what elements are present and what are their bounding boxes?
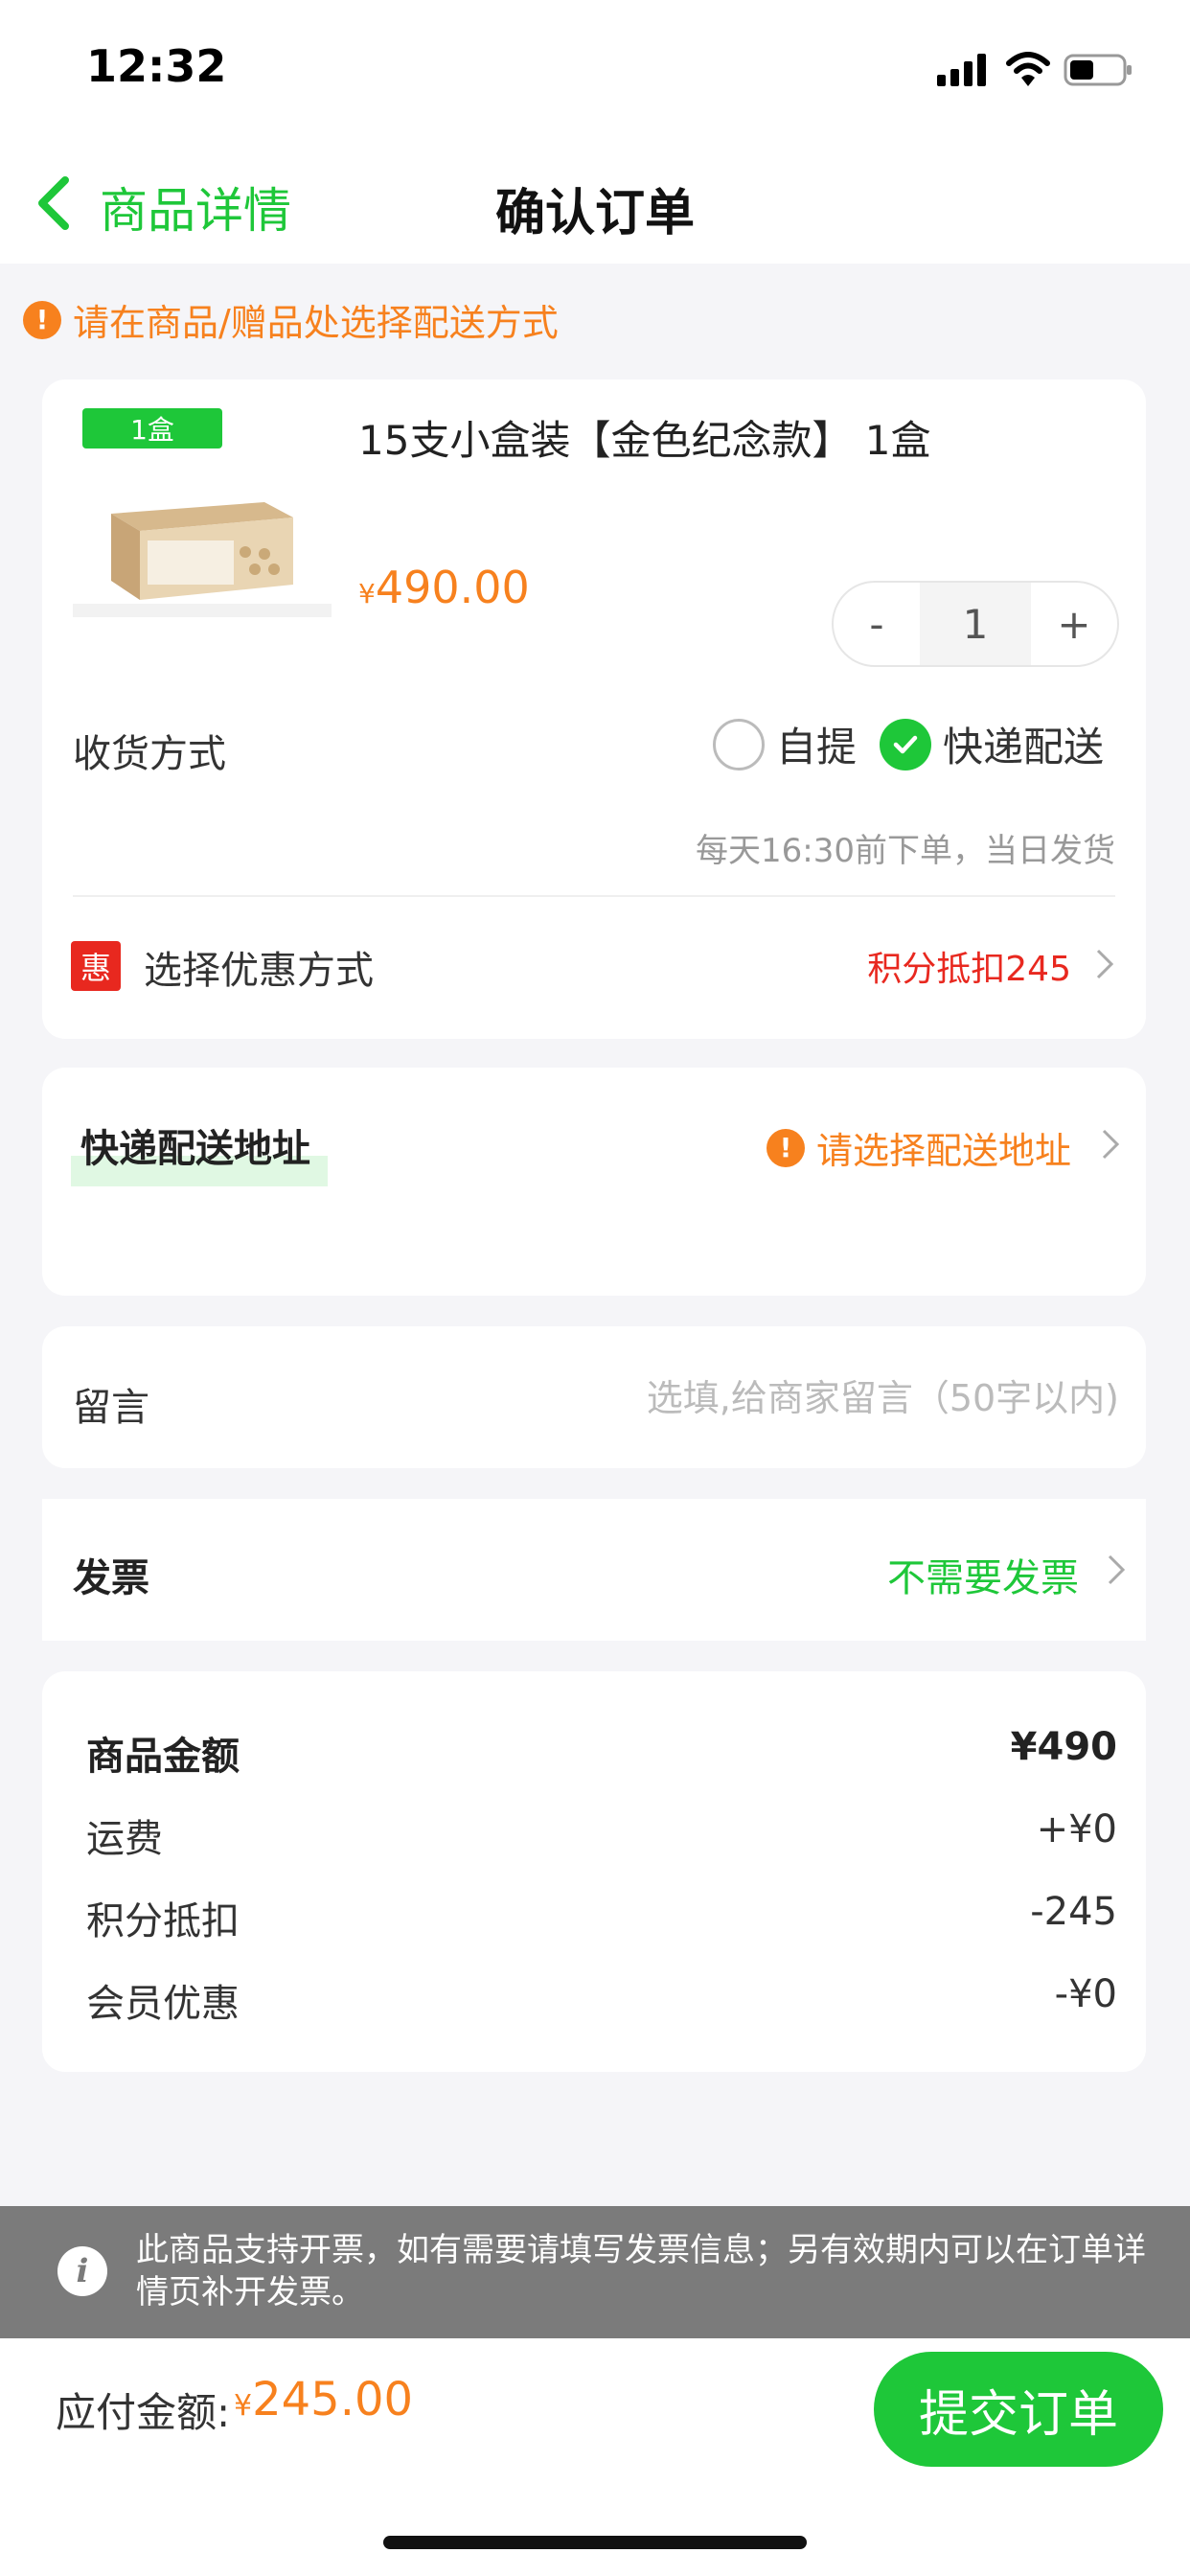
quantity-decrease-button[interactable]: - [834, 583, 920, 665]
status-time: 12:32 [86, 40, 227, 92]
product-image [73, 502, 332, 617]
pay-amount-value: 245.00 [252, 2373, 414, 2426]
pay-label: 应付金额: [56, 2389, 231, 2436]
promo-value[interactable]: 积分抵扣245 [867, 941, 1071, 991]
checkout-bar: 应付金额: ¥245.00 提交订单 [0, 2338, 1190, 2472]
quantity-increase-button[interactable]: + [1031, 583, 1117, 665]
summary-label: 会员优惠 [86, 1982, 240, 2026]
submit-order-button[interactable]: 提交订单 [874, 2352, 1163, 2467]
summary-row-member: 会员优惠 -¥0 [86, 1972, 1117, 2028]
currency-symbol: ¥ [358, 578, 376, 610]
shipping-option-self-label: 自提 [776, 724, 858, 770]
warning-icon: ! [23, 300, 61, 339]
chevron-right-icon[interactable] [1106, 1552, 1127, 1587]
wifi-icon [1006, 52, 1050, 86]
divider [73, 895, 1115, 897]
shipping-option-express[interactable]: 快递配送 [880, 715, 1104, 773]
summary-value: -¥0 [1054, 1972, 1117, 2016]
navigation-bar: 商品详情 确认订单 [0, 144, 1190, 264]
quantity-stepper: - 1 + [832, 581, 1119, 667]
invoice-value[interactable]: 不需要发票 [887, 1547, 1079, 1602]
message-label: 留言 [73, 1386, 149, 1430]
address-warning[interactable]: ! 请选择配送地址 [766, 1121, 1071, 1174]
promo-label[interactable]: 选择优惠方式 [144, 939, 374, 995]
warning-icon: ! [766, 1128, 805, 1167]
radio-checked-icon[interactable] [880, 718, 931, 770]
summary-row-goods: 商品金额 ¥490 [86, 1725, 1117, 1781]
summary-value: +¥0 [1036, 1807, 1117, 1852]
summary-row-shipping: 运费 +¥0 [86, 1807, 1117, 1863]
summary-label: 商品金额 [86, 1735, 240, 1779]
battery-icon [1064, 54, 1132, 86]
invoice-card[interactable]: 发票 不需要发票 [42, 1499, 1146, 1641]
invoice-label: 发票 [73, 1556, 149, 1600]
invoice-tip-bar: i 此商品支持开票，如有需要请填写发票信息；另有效期内可以在订单详情页补开发票。 [0, 2206, 1190, 2338]
address-card[interactable]: 快递配送地址 ! 请选择配送地址 [42, 1068, 1146, 1296]
message-card: 留言 [42, 1326, 1146, 1468]
status-bar: 12:32 [0, 0, 1190, 144]
summary-label: 积分抵扣 [86, 1899, 240, 1944]
summary-value: -245 [1030, 1890, 1117, 1934]
product-name: 15支小盒装【金色纪念款】 1盒 [358, 417, 931, 464]
price-summary-card: 商品金额 ¥490 运费 +¥0 积分抵扣 -245 会员优惠 -¥0 [42, 1671, 1146, 2072]
delivery-warning-text: 请在商品/赠品处选择配送方式 [73, 302, 559, 344]
product-price: ¥490.00 [358, 562, 530, 613]
shipping-option-self-pickup[interactable]: 自提 [713, 715, 857, 773]
product-card: 1盒 15支小盒装【金色纪念款】 1盒 ¥490.00 - 1 + 收货方式 自… [42, 380, 1146, 1039]
info-icon: i [57, 2246, 107, 2296]
chevron-right-icon[interactable] [1100, 1127, 1121, 1162]
home-indicator-area [0, 2472, 1190, 2576]
shipping-note: 每天16:30前下单，当日发货 [696, 832, 1115, 870]
address-warning-text: 请选择配送地址 [815, 1130, 1071, 1172]
shipping-method-label: 收货方式 [73, 732, 226, 776]
message-input[interactable] [448, 1365, 1119, 1432]
radio-unchecked-icon[interactable] [713, 718, 765, 770]
quantity-tag: 1盒 [82, 408, 222, 448]
product-price-value: 490.00 [375, 562, 530, 613]
summary-row-points: 积分抵扣 -245 [86, 1890, 1117, 1945]
shipping-option-express-label: 快递配送 [943, 724, 1105, 770]
page-title: 确认订单 [494, 185, 695, 242]
summary-value: ¥490 [1010, 1725, 1117, 1769]
home-indicator[interactable] [383, 2536, 807, 2549]
address-title: 快递配送地址 [80, 1127, 310, 1171]
discount-icon: 惠 [71, 941, 121, 991]
pay-amount: ¥245.00 [234, 2373, 413, 2426]
delivery-warning: ! 请在商品/赠品处选择配送方式 [23, 293, 559, 346]
currency-symbol: ¥ [234, 2389, 253, 2423]
summary-label: 运费 [86, 1817, 163, 1861]
chevron-right-icon[interactable] [1094, 947, 1115, 981]
invoice-tip-text: 此商品支持开票，如有需要请填写发票信息；另有效期内可以在订单详情页补开发票。 [136, 2231, 1146, 2312]
quantity-value[interactable]: 1 [920, 583, 1031, 665]
cellular-signal-icon [937, 54, 986, 86]
